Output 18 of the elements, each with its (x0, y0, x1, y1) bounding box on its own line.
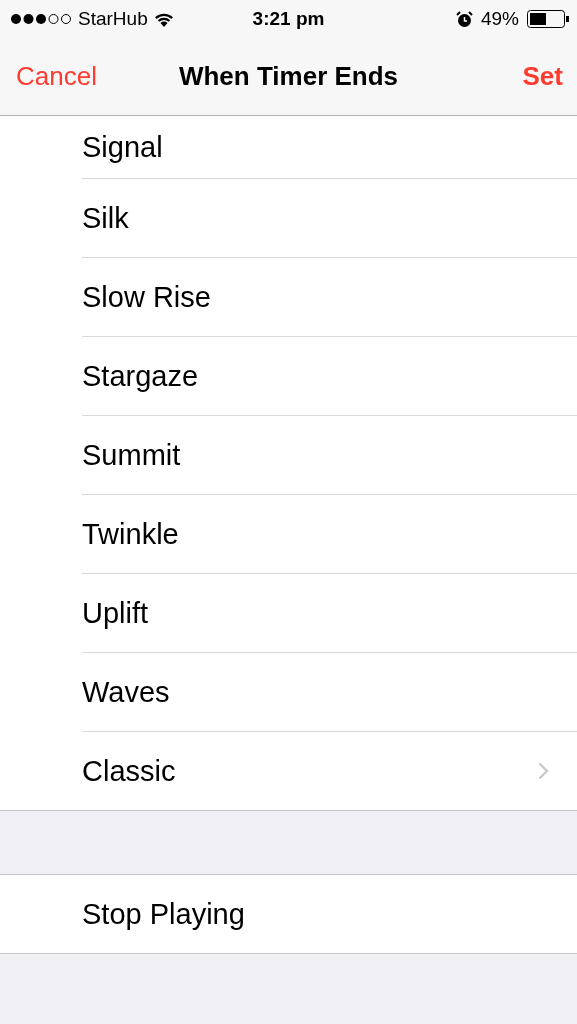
tone-row[interactable]: Waves (82, 653, 577, 732)
tone-row[interactable]: Silk (82, 179, 577, 258)
tone-row[interactable]: Uplift (82, 574, 577, 653)
tone-row[interactable]: Stargaze (82, 337, 577, 416)
chevron-icon (538, 762, 549, 780)
menu-label[interactable]: Classic (82, 754, 538, 788)
tone-row[interactable]: Slow Rise (82, 258, 577, 337)
battery-icon (527, 10, 569, 28)
carrier-name: StarHub (78, 8, 148, 30)
screen-title: When Timer Ends (178, 61, 399, 91)
tone-row[interactable]: Summit (82, 416, 577, 495)
clock-time: 3:21 pm (252, 8, 325, 29)
alarm-clock-icon (455, 10, 473, 28)
tone-row[interactable]: Signal (82, 116, 577, 179)
signal-icon (10, 13, 72, 25)
wifi-icon (153, 11, 174, 27)
battery-percent: 49% (480, 8, 519, 30)
tone-row[interactable]: Twinkle (82, 495, 577, 574)
